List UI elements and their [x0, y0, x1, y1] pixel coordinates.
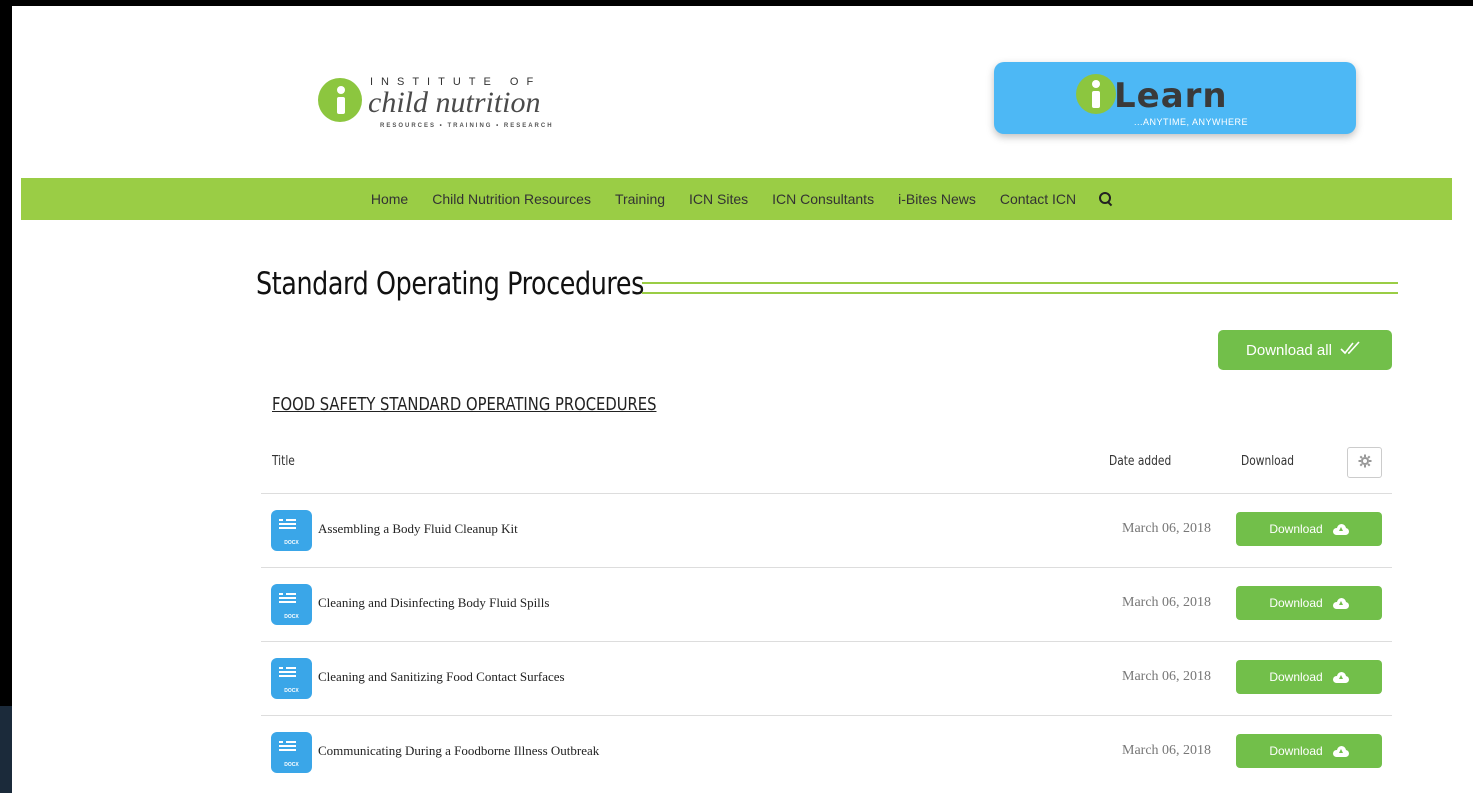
download-all-label: Download all: [1246, 341, 1332, 359]
ilearn-i-icon: [1076, 74, 1116, 114]
download-button[interactable]: Download: [1236, 734, 1382, 768]
table-row: DOCX Cleaning and Sanitizing Food Contac…: [261, 641, 1392, 715]
page-title: Standard Operating Procedures: [256, 266, 644, 302]
ilearn-banner[interactable]: Learn ...ANYTIME, ANYWHERE: [994, 62, 1356, 134]
nav-item-icn-consultants[interactable]: ICN Consultants: [772, 191, 874, 207]
cloud-upload-icon: [1332, 597, 1349, 609]
row-title[interactable]: Communicating During a Foodborne Illness…: [318, 743, 599, 759]
logo-tagline: RESOURCES • TRAINING • RESEARCH: [380, 123, 554, 129]
row-date: March 06, 2018: [1122, 521, 1212, 536]
title-divider: [642, 282, 1398, 294]
download-all-button[interactable]: Download all: [1218, 330, 1392, 370]
row-date: March 06, 2018: [1122, 669, 1212, 684]
download-button[interactable]: Download: [1236, 586, 1382, 620]
row-title[interactable]: Cleaning and Sanitizing Food Contact Sur…: [318, 669, 565, 685]
nav-item-child-nutrition-resources[interactable]: Child Nutrition Resources: [432, 191, 591, 207]
icn-logo[interactable]: INSTITUTE OF child nutrition RESOURCES •…: [318, 72, 578, 132]
ilearn-subtitle: ...ANYTIME, ANYWHERE: [1134, 117, 1249, 127]
docx-file-icon: DOCX: [271, 732, 312, 773]
row-title[interactable]: Cleaning and Disinfecting Body Fluid Spi…: [318, 595, 549, 611]
column-header-download: Download: [1241, 454, 1294, 469]
nav-item-i-bites-news[interactable]: i-Bites News: [898, 191, 976, 207]
search-icon[interactable]: [1098, 191, 1114, 207]
column-header-date: Date added: [1109, 454, 1172, 469]
main-nav: Home Child Nutrition Resources Training …: [21, 178, 1452, 220]
background-corner: [0, 706, 12, 793]
docx-file-icon: DOCX: [271, 510, 312, 551]
nav-item-icn-sites[interactable]: ICN Sites: [689, 191, 748, 207]
column-header-title: Title: [272, 454, 295, 469]
nav-item-training[interactable]: Training: [615, 191, 665, 207]
download-button[interactable]: Download: [1236, 512, 1382, 546]
table-settings-button[interactable]: [1347, 447, 1382, 478]
docx-file-icon: DOCX: [271, 658, 312, 699]
logo-i-icon: [318, 78, 362, 122]
ilearn-word: Learn: [1114, 76, 1228, 116]
row-title[interactable]: Assembling a Body Fluid Cleanup Kit: [318, 521, 518, 537]
row-date: March 06, 2018: [1122, 595, 1212, 610]
docx-file-icon: DOCX: [271, 584, 312, 625]
section-title[interactable]: FOOD SAFETY STANDARD OPERATING PROCEDURE…: [272, 394, 656, 415]
table-row: DOCX Communicating During a Foodborne Il…: [261, 715, 1392, 789]
cloud-upload-icon: [1332, 523, 1349, 535]
double-check-icon: [1340, 341, 1364, 359]
nav-item-home[interactable]: Home: [371, 191, 408, 207]
cloud-upload-icon: [1332, 745, 1349, 757]
table-row: DOCX Cleaning and Disinfecting Body Flui…: [261, 567, 1392, 641]
cloud-upload-icon: [1332, 671, 1349, 683]
nav-item-contact-icn[interactable]: Contact ICN: [1000, 191, 1076, 207]
gear-icon: [1358, 454, 1372, 471]
logo-script-text: child nutrition: [368, 86, 541, 119]
table-row: DOCX Assembling a Body Fluid Cleanup Kit…: [261, 493, 1392, 567]
download-button[interactable]: Download: [1236, 660, 1382, 694]
row-date: March 06, 2018: [1122, 743, 1212, 758]
